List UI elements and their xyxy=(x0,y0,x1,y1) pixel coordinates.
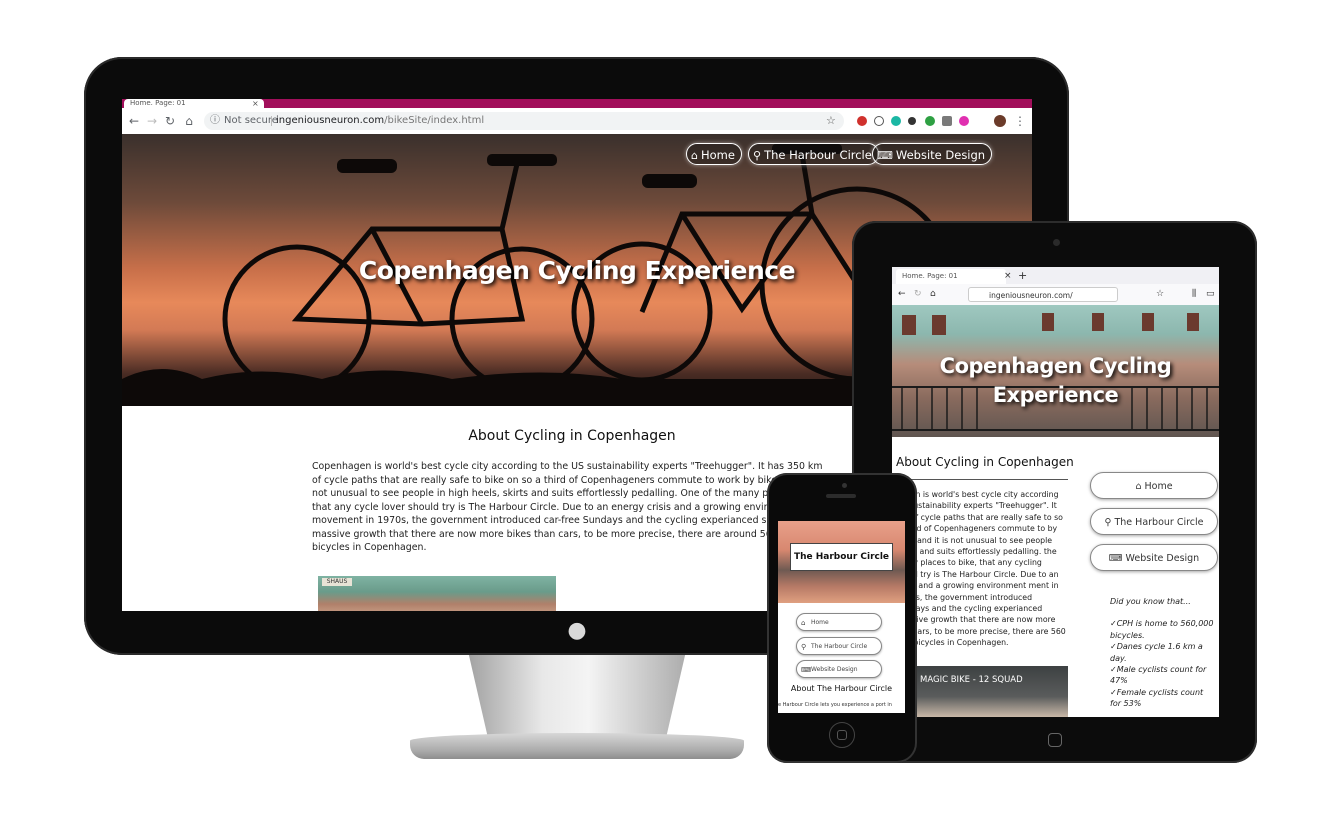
phone-hero-banner: The Harbour Circle xyxy=(778,521,905,603)
desktop-tab-close-icon[interactable]: × xyxy=(252,99,259,108)
url-text[interactable]: ingeniousneuron.com/bikeSite/index.html xyxy=(276,112,484,130)
tablet-home-button-icon[interactable]: ⌂ xyxy=(930,288,936,301)
tablet-tab-close-icon[interactable]: × xyxy=(1004,269,1012,283)
tablet-nav-button-harbour-circle[interactable]: ⚲ The Harbour Circle xyxy=(1090,508,1218,535)
phone-nav-button-website-design[interactable]: ⌨ Website Design xyxy=(796,660,882,678)
fact-item: ✓CPH is home to 560,000 bicycles. xyxy=(1110,619,1214,640)
extension-icon-7[interactable] xyxy=(959,116,969,126)
tablet-nav-button-website-design[interactable]: ⌨ Website Design xyxy=(1090,544,1218,571)
nav-label-harbour-circle: The Harbour Circle xyxy=(764,148,872,162)
code-icon: ⌨ xyxy=(801,666,812,674)
nav-button-website-design[interactable]: ⌨ Website Design xyxy=(872,143,993,165)
reload-button[interactable]: ↻ xyxy=(162,112,178,130)
home-icon: ⌂ xyxy=(1135,481,1142,492)
tablet-back-button[interactable]: ← xyxy=(898,288,906,301)
desktop-toolbar: ← → ↻ ⌂ ⓘ Not secure ingeniousneuron.com… xyxy=(122,108,1032,135)
photo-shop-sign: SHAUS xyxy=(322,578,352,586)
tablet-sidebar-icon[interactable]: ▭ xyxy=(1206,288,1215,301)
tablet-reload-button[interactable]: ↻ xyxy=(914,288,922,301)
apple-logo-icon: ● xyxy=(567,618,587,643)
harbour-photo-thumbnail: SHAUS xyxy=(318,576,556,611)
extension-icon-6[interactable] xyxy=(942,116,952,126)
tablet-section-paragraph: hagen is world's best cycle city accordi… xyxy=(896,490,1066,648)
tablet-toolbar: ← ↻ ⌂ ingeniousneuron.com/ ☆ ⫼ ▭ xyxy=(892,284,1219,306)
phone-page-title: The Harbour Circle xyxy=(790,543,893,571)
phone-nav-label-home: Home xyxy=(811,619,829,626)
tablet-library-icon[interactable]: ⫼ xyxy=(1192,288,1196,301)
forward-button[interactable]: → xyxy=(144,112,160,130)
phone-nav-button-home[interactable]: ⌂ Home xyxy=(796,613,882,631)
phone-speaker xyxy=(826,494,856,498)
extension-icon-3[interactable] xyxy=(891,116,901,126)
tablet-home-button xyxy=(1048,733,1062,747)
url-host: ingeniousneuron.com xyxy=(276,115,385,126)
not-secure-label: Not secure xyxy=(224,115,278,126)
home-button[interactable]: ⌂ xyxy=(181,112,197,130)
address-bar[interactable]: ⓘ Not secure ingeniousneuron.com/bikeSit… xyxy=(204,112,844,130)
tablet-heading-rule xyxy=(896,479,1068,480)
tablet-nav-label-website-design: Website Design xyxy=(1125,553,1200,564)
nav-button-home[interactable]: ⌂ Home xyxy=(686,143,742,165)
code-icon: ⌨ xyxy=(1108,553,1123,564)
tablet-nav-label-harbour-circle: The Harbour Circle xyxy=(1114,517,1204,528)
nav-label-home: Home xyxy=(700,148,735,162)
phone-section-paragraph: e Harbour Circle lets you experience a p… xyxy=(778,702,892,708)
tablet-camera xyxy=(1053,239,1060,246)
browser-menu-icon[interactable]: ⋮ xyxy=(1012,112,1028,130)
nav-label-website-design: Website Design xyxy=(895,148,986,162)
phone-nav-button-harbour-circle[interactable]: ⚲ The Harbour Circle xyxy=(796,637,882,655)
did-you-know-panel: Did you know that... ✓CPH is home to 560… xyxy=(1110,596,1216,710)
address-separator xyxy=(271,116,272,126)
phone-screen: The Harbour Circle ⌂ Home ⚲ The Harbour Ci… xyxy=(778,521,905,713)
desktop-tab[interactable]: Home. Page: 01 xyxy=(124,99,264,108)
video-title: MAGIC BIKE - 12 SQUAD xyxy=(920,675,1023,685)
monitor-stand-neck xyxy=(468,655,686,745)
nav-button-harbour-circle[interactable]: ⚲ The Harbour Circle xyxy=(748,143,879,165)
url-path: /bikeSite/index.html xyxy=(384,115,485,126)
code-icon: ⌨ xyxy=(877,149,893,162)
tablet-bookmark-icon[interactable]: ☆ xyxy=(1156,288,1164,301)
phone-nav-label-website-design: Website Design xyxy=(811,666,858,673)
phone-nav-label-harbour-circle: The Harbour Circle xyxy=(811,643,868,650)
section-paragraph: Copenhagen is world's best cycle city ac… xyxy=(312,461,831,553)
phone-home-button-inner xyxy=(837,730,847,740)
home-icon: ⌂ xyxy=(801,619,806,627)
tablet-hero-banner: Copenhagen Cycling Experience xyxy=(892,305,1219,437)
tablet-new-tab-icon[interactable]: + xyxy=(1018,268,1027,283)
phone-section-heading: About The Harbour Circle xyxy=(790,684,893,693)
extension-icon-2[interactable] xyxy=(874,116,884,126)
monitor-stand-foot xyxy=(410,733,744,759)
extension-icon-5[interactable] xyxy=(925,116,935,126)
tablet-address-bar[interactable]: ingeniousneuron.com/ xyxy=(968,287,1118,302)
tablet-hero-title: Copenhagen Cycling Experience xyxy=(939,354,1172,407)
tablet-nav-button-home[interactable]: ⌂ Home xyxy=(1090,472,1218,499)
phone-camera xyxy=(842,483,847,488)
bike-icon: ⚲ xyxy=(1104,517,1112,528)
back-button[interactable]: ← xyxy=(126,112,142,130)
bookmark-star-icon[interactable]: ☆ xyxy=(826,112,836,130)
fact-item: ✓Danes cycle 1.6 km a day. xyxy=(1110,642,1203,663)
bike-icon: ⚲ xyxy=(753,149,762,162)
fact-item: ✓Female cyclists count for 53% xyxy=(1110,687,1204,709)
tablet-tab[interactable]: Home. Page: 01 xyxy=(896,269,1006,284)
tablet-section-heading: About Cycling in Copenhagen xyxy=(896,455,1074,469)
fact-item: ✓Male cyclists count for 47% xyxy=(1110,665,1207,686)
home-icon: ⌂ xyxy=(691,149,698,162)
dark-mode-extension-icon[interactable] xyxy=(908,117,916,125)
tablet-nav-label-home: Home xyxy=(1144,481,1173,492)
extension-icon-1[interactable] xyxy=(857,116,867,126)
site-info-icon[interactable]: ⓘ xyxy=(210,112,220,130)
did-you-know-title: Did you know that... xyxy=(1110,597,1191,606)
embedded-video[interactable]: MAGIC BIKE - 12 SQUAD xyxy=(914,666,1068,717)
profile-avatar[interactable] xyxy=(994,115,1006,127)
tablet-screen: Home. Page: 01 × + ← ↻ ⌂ ingeniousneuron… xyxy=(892,267,1219,717)
bike-icon: ⚲ xyxy=(801,643,807,651)
